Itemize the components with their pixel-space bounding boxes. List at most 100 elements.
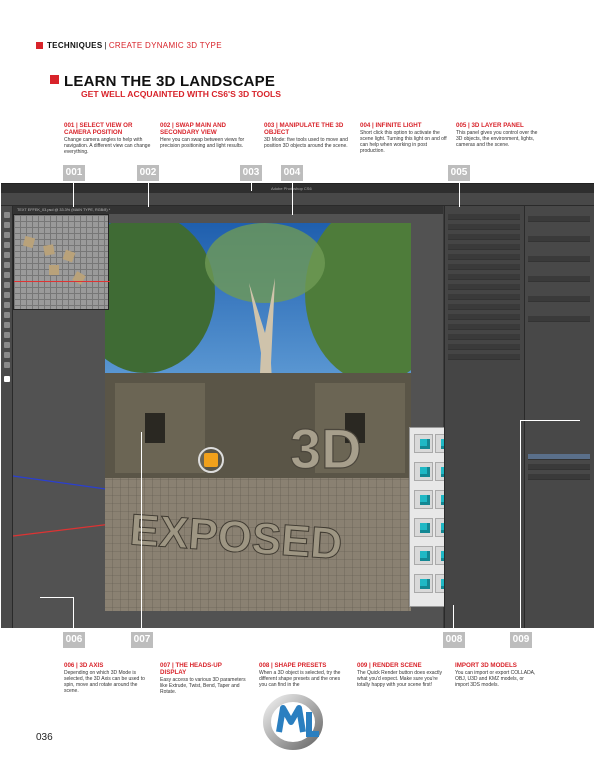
tip-heading: 001 | SELECT VIEW OR CAMERA POSITION — [64, 122, 133, 136]
tip-heading: 003 | MANIPULATE THE 3D OBJECT — [264, 122, 344, 136]
leader-line — [292, 181, 293, 215]
tip-009: 009 | RENDER SCENE The Quick Render butto… — [357, 662, 445, 688]
layer-row[interactable] — [528, 454, 590, 460]
title-marker — [50, 75, 59, 84]
3d-secondary-view[interactable] — [13, 214, 110, 310]
layer-row[interactable] — [528, 464, 590, 470]
page-title: LEARN THE 3D LANDSCAPE — [50, 73, 276, 90]
cube-icon — [420, 467, 430, 477]
section-name: TECHNIQUES — [47, 41, 103, 50]
tip-heading: 002 | SWAP MAIN AND SECONDARY VIEW — [160, 122, 227, 136]
tip-004: 004 | INFINITE LIGHT Short click this opt… — [360, 122, 448, 154]
tip-description: When a 3D object is selected, try the di… — [259, 670, 341, 688]
3d-panel-row[interactable] — [448, 324, 520, 330]
3d-panel-row[interactable] — [448, 304, 520, 310]
tip-002: 002 | SWAP MAIN AND SECONDARY VIEW Here y… — [160, 122, 248, 149]
leader-line — [148, 181, 149, 207]
callout-005: 005 — [448, 165, 470, 181]
tip-003: 003 | MANIPULATE THE 3D OBJECT 3D Mode: f… — [264, 122, 352, 149]
tip-description: You can import or export COLLADA, OBJ, U… — [455, 670, 536, 688]
page-subtitle: GET WELL ACQUAINTED WITH CS6'S 3D TOOLS — [81, 89, 282, 99]
leader-line — [73, 597, 74, 632]
properties-row[interactable] — [528, 296, 590, 302]
tip-description: This panel gives you control over the 3D… — [456, 130, 538, 148]
3d-panel-row[interactable] — [448, 354, 520, 360]
temple-scene-image: 3D EXPOSED — [105, 223, 411, 611]
tip-description: Short click this option to activate the … — [360, 130, 447, 154]
shape-preset-thumb[interactable] — [414, 518, 433, 537]
3d-panel-row[interactable] — [448, 214, 520, 220]
properties-row[interactable] — [528, 276, 590, 282]
shape-preset-thumb[interactable] — [414, 574, 433, 593]
3d-panel-row[interactable] — [448, 244, 520, 250]
tip-heading: 005 | 3D LAYER PANEL — [456, 122, 524, 129]
callout-008: 008 — [443, 632, 465, 648]
leader-line — [520, 420, 580, 421]
section-header: TECHNIQUES | CREATE DYNAMIC 3D TYPE — [36, 41, 222, 50]
layer-row[interactable] — [528, 474, 590, 480]
callout-003: 003 — [240, 165, 262, 181]
leader-line — [453, 605, 454, 632]
tip-007: 007 | THE HEADS-UP DISPLAY Easy access to… — [160, 662, 248, 695]
tip-description: Here you can swap between views for prec… — [160, 137, 245, 149]
3d-panel-row[interactable] — [448, 314, 520, 320]
cube-icon — [420, 579, 430, 589]
cube-icon — [420, 551, 430, 561]
3d-panel-row[interactable] — [448, 264, 520, 270]
3d-panel-row[interactable] — [448, 334, 520, 340]
3d-panel-row[interactable] — [448, 254, 520, 260]
properties-layers-panel[interactable] — [524, 206, 594, 628]
3d-panel-row[interactable] — [448, 284, 520, 290]
leader-line — [520, 420, 521, 632]
leader-line — [459, 181, 460, 207]
header-separator: | — [104, 41, 107, 50]
cube-icon — [420, 523, 430, 533]
tip-heading: IMPORT 3D MODELS — [455, 662, 517, 669]
3d-panel-row[interactable] — [448, 274, 520, 280]
3d-panel-row[interactable] — [448, 234, 520, 240]
shape-preset-thumb[interactable] — [414, 462, 433, 481]
page-number: 036 — [36, 732, 53, 743]
cube-icon — [420, 439, 430, 449]
callout-006: 006 — [63, 632, 85, 648]
callout-001: 001 — [63, 165, 85, 181]
section-marker — [36, 42, 43, 49]
properties-row[interactable] — [528, 236, 590, 242]
leader-line — [251, 181, 252, 191]
3d-panel-row[interactable] — [448, 294, 520, 300]
callout-007: 007 — [131, 632, 153, 648]
3d-text-3d: 3D — [290, 417, 362, 480]
3d-panel-row[interactable] — [448, 224, 520, 230]
tip-description: Depending on which 3D Mode is selected, … — [64, 670, 145, 694]
shape-preset-thumb[interactable] — [414, 490, 433, 509]
properties-row[interactable] — [528, 316, 590, 322]
tip-heading: 007 | THE HEADS-UP DISPLAY — [160, 662, 222, 676]
3d-panel-row[interactable] — [448, 344, 520, 350]
tip-001: 001 | SELECT VIEW OR CAMERA POSITION Chan… — [64, 122, 152, 155]
shape-preset-thumb[interactable] — [414, 546, 433, 565]
tip-heading: 009 | RENDER SCENE — [357, 662, 422, 669]
leader-line — [73, 181, 74, 207]
properties-row[interactable] — [528, 216, 590, 222]
leader-line — [40, 597, 74, 598]
tip-description: 3D Mode: five tools used to move and pos… — [264, 137, 348, 149]
cube-icon — [420, 495, 430, 505]
callout-004: 004 — [281, 165, 303, 181]
photoshop-screenshot: Adobe Photoshop CS6 TEXT EFFEK_03.psd @ … — [1, 183, 594, 628]
leader-line — [141, 432, 142, 632]
tip-005: 005 | 3D LAYER PANEL This panel gives you… — [456, 122, 544, 148]
tip-description: Change camera angles to help with naviga… — [64, 137, 151, 155]
tip-heading: 008 | SHAPE PRESETS — [259, 662, 327, 669]
3d-layer-panel[interactable] — [444, 206, 524, 628]
page-title-text: LEARN THE 3D LANDSCAPE — [64, 73, 276, 90]
tip-description: The Quick Render button does exactly wha… — [357, 670, 443, 688]
photo-canvas[interactable]: 3D EXPOSED — [105, 223, 411, 611]
watermark-logo — [263, 694, 323, 750]
tip-import-models: IMPORT 3D MODELS You can import or export… — [455, 662, 539, 688]
shape-preset-thumb[interactable] — [414, 434, 433, 453]
callout-009: 009 — [510, 632, 532, 648]
tip-heading: 006 | 3D AXIS — [64, 662, 104, 669]
tip-008: 008 | SHAPE PRESETS When a 3D object is s… — [259, 662, 347, 688]
callout-002: 002 — [137, 165, 159, 181]
properties-row[interactable] — [528, 256, 590, 262]
